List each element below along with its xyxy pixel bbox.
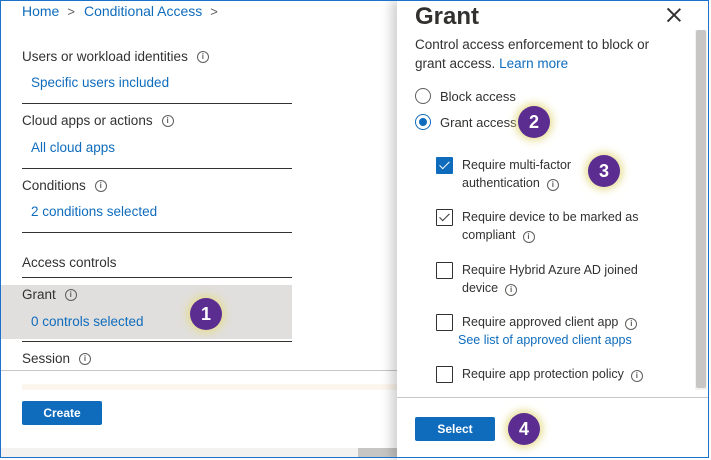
screenshot-border — [0, 0, 709, 458]
